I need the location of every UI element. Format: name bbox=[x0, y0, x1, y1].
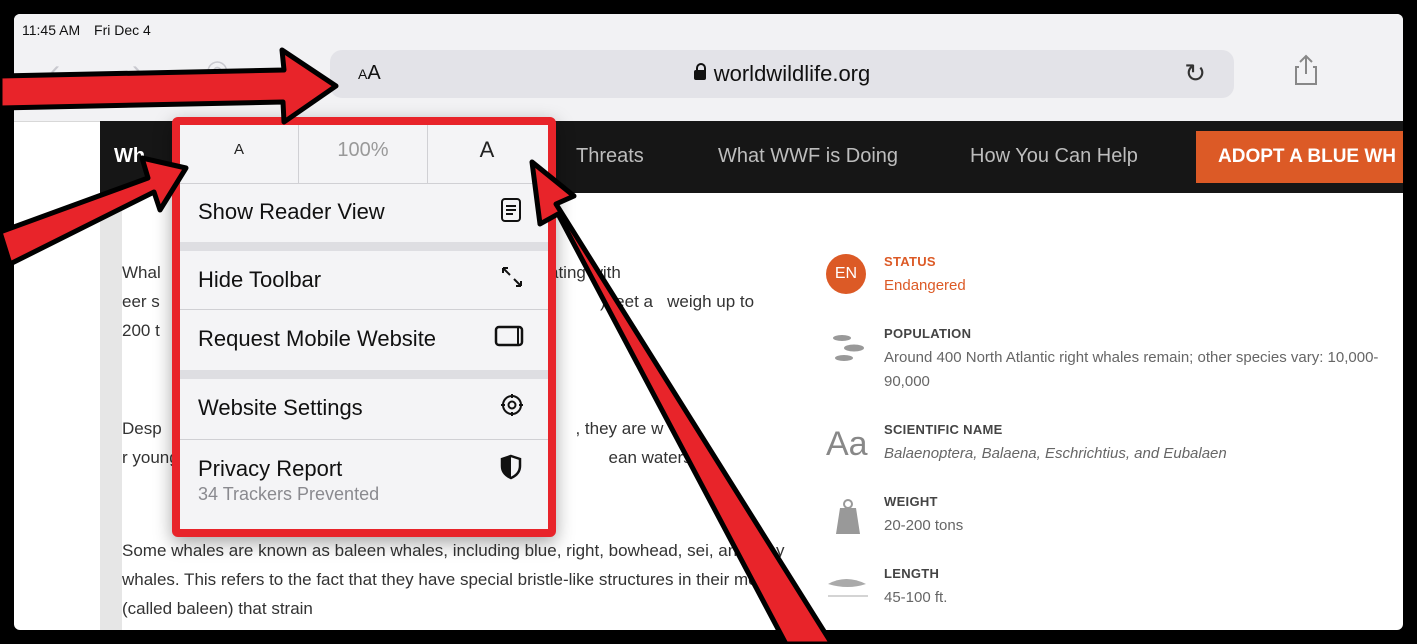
fact-value: Balaenoptera, Balaena, Eschrichtius, and… bbox=[884, 445, 1227, 462]
menu-separator bbox=[180, 370, 548, 379]
menu-item-label: Privacy Report bbox=[198, 456, 343, 481]
fact-label: SCIENTIFIC NAME bbox=[884, 422, 1003, 437]
fish-icon bbox=[826, 326, 870, 370]
site-nav-first-item[interactable]: Wh bbox=[114, 145, 145, 168]
increase-text-size-button[interactable]: A bbox=[426, 125, 548, 183]
address-bar[interactable]: AA worldwildlife.org ↻ bbox=[330, 50, 1234, 98]
show-reader-view-item[interactable]: Show Reader View bbox=[180, 183, 548, 241]
status-time: 11:45 AM bbox=[22, 22, 81, 38]
forward-icon[interactable]: › bbox=[132, 54, 142, 88]
weight-icon bbox=[826, 494, 870, 538]
collapse-arrows-icon bbox=[500, 265, 524, 291]
status-bar: 11:45 AM Fri Dec 4 bbox=[22, 22, 161, 38]
fact-label: POPULATION bbox=[884, 326, 972, 341]
status-date: Fri Dec 4 bbox=[94, 22, 151, 38]
website-settings-item[interactable]: Website Settings bbox=[180, 379, 548, 437]
safari-toolbar: 11:45 AM Fri Dec 4 ‹ › ◎ AA worldwildlif… bbox=[14, 14, 1403, 122]
tabs-overview-icon[interactable]: ◎ bbox=[206, 54, 229, 85]
reader-view-icon bbox=[500, 197, 524, 223]
page-format-menu: A 100% A Show Reader View Hide Toolbar R… bbox=[172, 117, 556, 537]
aa-icon: Aa bbox=[826, 425, 868, 463]
page-margin bbox=[100, 193, 122, 630]
privacy-report-item[interactable]: Privacy Report 34 Trackers Prevented bbox=[180, 440, 548, 529]
hide-toolbar-item[interactable]: Hide Toolbar bbox=[180, 251, 548, 309]
menu-separator bbox=[180, 242, 548, 251]
menu-item-label: Show Reader View bbox=[198, 199, 385, 224]
ipad-screen: 11:45 AM Fri Dec 4 ‹ › ◎ AA worldwildlif… bbox=[14, 14, 1403, 630]
nav-threats[interactable]: Threats bbox=[576, 145, 644, 168]
fact-label: STATUS bbox=[884, 254, 936, 269]
adopt-button[interactable]: ADOPT A BLUE WH bbox=[1196, 131, 1403, 183]
whale-icon bbox=[826, 566, 870, 610]
trackers-prevented-count: 34 Trackers Prevented bbox=[198, 484, 380, 504]
fact-label: WEIGHT bbox=[884, 494, 938, 509]
nav-what-wwf-is-doing[interactable]: What WWF is Doing bbox=[718, 145, 898, 168]
reload-icon[interactable]: ↻ bbox=[1184, 58, 1206, 89]
back-icon[interactable]: ‹ bbox=[50, 54, 60, 88]
lock-icon bbox=[693, 63, 706, 80]
paragraph-3: Some whales are known as baleen whales, … bbox=[122, 541, 790, 618]
decrease-text-size-button[interactable]: A bbox=[180, 125, 298, 183]
gear-icon bbox=[500, 393, 524, 419]
zoom-controls: A 100% A bbox=[180, 125, 548, 184]
request-mobile-website-item[interactable]: Request Mobile Website bbox=[180, 310, 548, 368]
fact-value: Around 400 North Atlantic right whales r… bbox=[884, 349, 1379, 390]
menu-item-label: Website Settings bbox=[198, 395, 363, 420]
fact-value: 45-100 ft. bbox=[884, 589, 948, 606]
shield-icon bbox=[500, 454, 524, 480]
fact-value: Endangered bbox=[884, 277, 966, 294]
fact-value: 20-200 tons bbox=[884, 517, 964, 534]
fact-label: LENGTH bbox=[884, 566, 940, 581]
menu-item-label: Hide Toolbar bbox=[198, 267, 322, 292]
mobile-website-icon bbox=[494, 324, 524, 350]
url-text: worldwildlife.org bbox=[713, 61, 871, 86]
url-display[interactable]: worldwildlife.org bbox=[330, 61, 1234, 87]
menu-item-label: Request Mobile Website bbox=[198, 326, 437, 351]
endangered-badge: EN bbox=[826, 254, 866, 294]
zoom-level[interactable]: 100% bbox=[298, 125, 428, 183]
share-icon[interactable] bbox=[1294, 54, 1318, 93]
nav-how-you-can-help[interactable]: How You Can Help bbox=[970, 145, 1138, 168]
